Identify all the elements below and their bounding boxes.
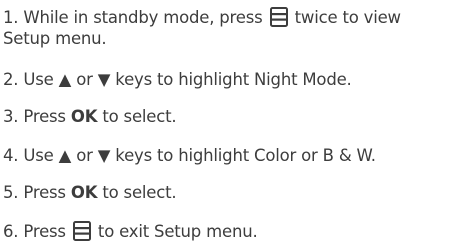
up-arrow-icon: ▲ bbox=[58, 146, 72, 165]
instructions-document: 1. While in standby mode, press twice to… bbox=[0, 0, 476, 249]
step-1: 1. While in standby mode, press twice to… bbox=[3, 7, 401, 28]
step-number: 1. bbox=[3, 8, 19, 27]
step-text: Use bbox=[23, 70, 54, 89]
step-text: or bbox=[76, 146, 93, 165]
step-text: to select. bbox=[102, 107, 177, 126]
step-number: 3. bbox=[3, 107, 19, 126]
step-number: 4. bbox=[3, 146, 19, 165]
step-text: Press bbox=[23, 107, 66, 126]
step-text: Setup menu. bbox=[3, 29, 107, 48]
step-number: 6. bbox=[3, 222, 19, 241]
down-arrow-icon: ▼ bbox=[97, 70, 111, 89]
step-6: 6. Press to exit Setup menu. bbox=[3, 221, 258, 242]
step-text: Use bbox=[23, 146, 54, 165]
up-arrow-icon: ▲ bbox=[58, 70, 72, 89]
step-text: Press bbox=[23, 183, 66, 202]
menu-key-icon bbox=[269, 7, 288, 27]
ok-key-label: OK bbox=[70, 107, 98, 126]
down-arrow-icon: ▼ bbox=[97, 146, 111, 165]
step-2: 2. Use ▲ or ▼ keys to highlight Night Mo… bbox=[3, 69, 352, 90]
step-text: to select. bbox=[102, 183, 177, 202]
step-text: twice to view bbox=[294, 8, 401, 27]
step-text: or bbox=[76, 70, 93, 89]
step-4: 4. Use ▲ or ▼ keys to highlight Color or… bbox=[3, 145, 376, 166]
step-number: 2. bbox=[3, 70, 19, 89]
step-text: keys to highlight Color or B & W. bbox=[115, 146, 376, 165]
step-text: While in standby mode, press bbox=[23, 8, 263, 27]
step-text: Press bbox=[23, 222, 66, 241]
step-text: keys to highlight Night Mode. bbox=[115, 70, 352, 89]
step-3: 3. Press OK to select. bbox=[3, 106, 177, 127]
ok-key-label: OK bbox=[70, 183, 98, 202]
step-5: 5. Press OK to select. bbox=[3, 182, 177, 203]
menu-key-icon bbox=[72, 221, 91, 241]
step-text: to exit Setup menu. bbox=[97, 222, 258, 241]
step-1-continuation: Setup menu. bbox=[3, 28, 107, 49]
step-number: 5. bbox=[3, 183, 19, 202]
